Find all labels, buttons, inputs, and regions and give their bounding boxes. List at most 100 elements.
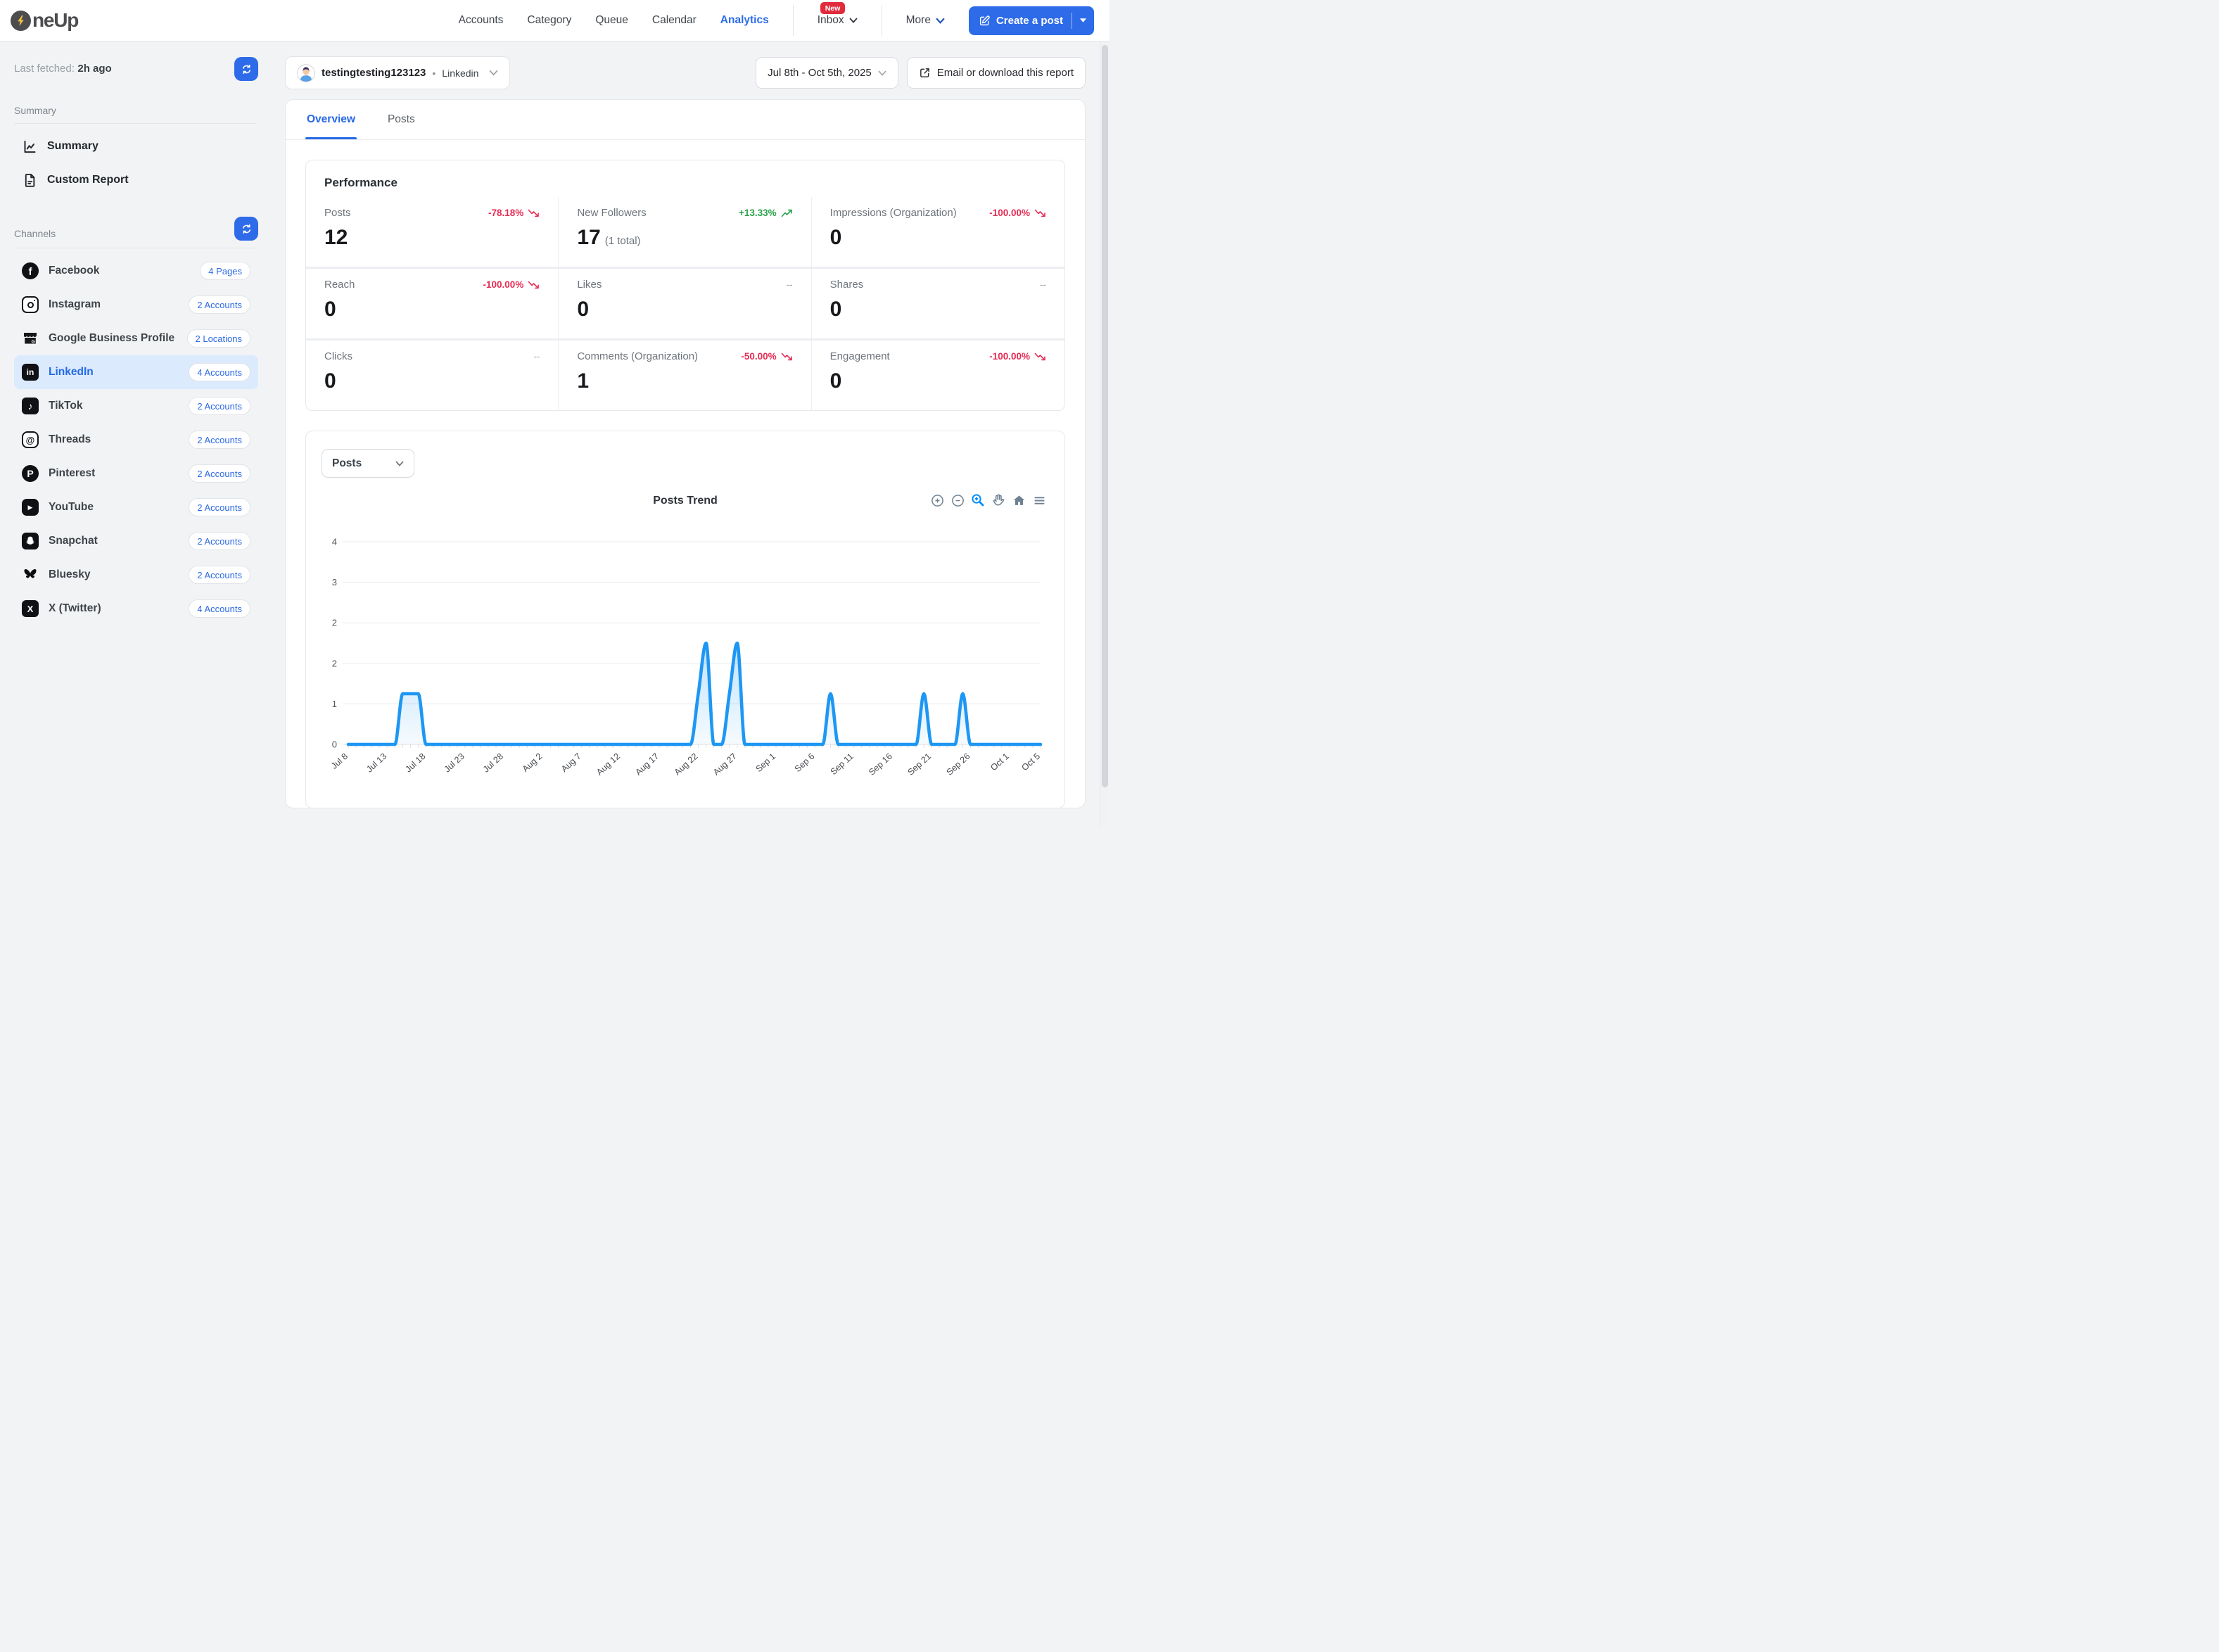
metric-label: Clicks — [324, 350, 352, 362]
x-axis-tick-label: Jul 23 — [443, 751, 466, 775]
trending-down-icon — [528, 209, 540, 217]
metric-label: Posts — [324, 207, 351, 219]
report-tabs: Overview Posts — [286, 100, 1085, 140]
metric-delta: -100.00% — [483, 279, 540, 290]
sidebar-item-custom-report[interactable]: Custom Report — [14, 163, 258, 197]
metric-delta: -100.00% — [989, 351, 1046, 362]
tab-posts[interactable]: Posts — [388, 100, 415, 139]
svg-text:G: G — [32, 340, 35, 345]
metric-label: Engagement — [829, 350, 890, 362]
metrics-grid: Posts -78.18% 12 New Followers +13.33% 17 (1 t… — [306, 197, 1064, 410]
nav-analytics[interactable]: Analytics — [720, 14, 769, 27]
bluesky-icon — [22, 566, 39, 583]
tab-overview[interactable]: Overview — [305, 100, 357, 139]
channel-name: Bluesky — [49, 568, 91, 580]
zoom-in-icon[interactable] — [930, 493, 944, 507]
x-axis-tick-label: Sep 21 — [905, 751, 933, 777]
x-axis-tick-label: Jul 28 — [481, 751, 505, 775]
date-range-selector[interactable]: Jul 8th - Oct 5th, 2025 — [756, 57, 898, 89]
nav-queue[interactable]: Queue — [595, 14, 628, 27]
vertical-scrollbar[interactable] — [1100, 0, 1110, 826]
sidebar-item-label: Summary — [47, 140, 98, 152]
metric-delta: -50.00% — [741, 351, 792, 362]
caret-down-icon[interactable] — [1079, 18, 1087, 23]
export-report-button[interactable]: Email or download this report — [906, 57, 1086, 89]
metric-suffix: (1 total) — [604, 235, 641, 247]
y-axis-tick-label: 0 — [332, 739, 337, 750]
posts-trend-chart[interactable]: 0 1 2 2 3 4 Jul 8 Jul 13 Jul 18 Jul 23 Jul 28 Aug 2… — [320, 517, 1064, 801]
sidebar-channel-snapchat[interactable]: Snapchat 2 Accounts — [14, 524, 258, 558]
menu-icon[interactable] — [1032, 493, 1046, 507]
oneup-logo[interactable]: neUp — [11, 9, 79, 32]
nav-more[interactable]: More — [906, 14, 945, 27]
x-axis-tick-label: Sep 11 — [829, 751, 856, 777]
channels-section-label: Channels — [14, 228, 56, 239]
channel-count-badge: 2 Accounts — [189, 397, 250, 415]
metric-new-followers: New Followers +13.33% 17 (1 total) — [559, 197, 812, 269]
metric-likes: Likes -- 0 — [559, 269, 812, 341]
account-network: Linkedin — [442, 67, 479, 79]
sidebar-channel-pinterest[interactable]: P Pinterest 2 Accounts — [14, 457, 258, 490]
scrollbar-thumb[interactable] — [1102, 45, 1108, 787]
last-fetched-value: 2h ago — [77, 63, 112, 75]
metric-value: 1 — [577, 369, 590, 393]
trending-down-icon — [1034, 352, 1045, 360]
trending-down-icon — [528, 281, 540, 288]
selection-zoom-icon[interactable] — [971, 493, 985, 507]
nav-accounts[interactable]: Accounts — [459, 14, 504, 27]
channel-name: YouTube — [49, 501, 94, 513]
refresh-icon — [242, 224, 250, 234]
channel-name: Instagram — [49, 298, 101, 310]
y-axis-tick-label: 2 — [332, 618, 337, 628]
logo-text: neUp — [32, 9, 79, 31]
performance-panel: Performance Posts -78.18% 12 New Followers +… — [305, 160, 1065, 411]
sidebar-channel-instagram[interactable]: Instagram 2 Accounts — [14, 288, 258, 322]
pan-icon[interactable] — [991, 493, 1005, 507]
metric-clicks: Clicks -- 0 — [306, 341, 559, 410]
snapchat-icon — [22, 533, 39, 549]
pinterest-icon: P — [22, 465, 39, 482]
sidebar-channel-tiktok[interactable]: ♪ TikTok 2 Accounts — [14, 389, 258, 423]
document-icon — [25, 173, 35, 187]
chevron-down-icon — [395, 460, 404, 466]
last-fetched-text: Last fetched: 2h ago — [14, 63, 112, 75]
metric-delta: +13.33% — [739, 208, 793, 218]
nav-calendar[interactable]: Calendar — [652, 14, 697, 27]
channel-name: X (Twitter) — [49, 602, 101, 614]
account-selector[interactable]: testingtesting123123 • Linkedin — [285, 56, 511, 89]
nav-category[interactable]: Category — [527, 14, 571, 27]
sidebar-item-summary[interactable]: Summary — [14, 129, 258, 163]
sidebar-channel-facebook[interactable]: f Facebook 4 Pages — [14, 254, 258, 288]
refresh-summary-button[interactable] — [234, 57, 258, 81]
sidebar-channel-threads[interactable]: @ Threads 2 Accounts — [14, 423, 258, 457]
metric-delta-value: -100.00% — [483, 279, 524, 290]
sidebar-channel-bluesky[interactable]: Bluesky 2 Accounts — [14, 558, 258, 592]
home-icon[interactable] — [1012, 493, 1026, 507]
metric-value: 12 — [324, 226, 348, 249]
metric-select[interactable]: Posts — [322, 449, 414, 478]
channel-name: TikTok — [49, 400, 83, 412]
zoom-out-icon[interactable] — [950, 493, 965, 507]
threads-icon: @ — [22, 431, 39, 448]
channel-count-badge: 4 Pages — [200, 262, 250, 280]
chart-toolbar — [930, 493, 1046, 507]
x-axis-tick-label: Aug 7 — [559, 751, 583, 774]
metric-value: 0 — [324, 298, 336, 321]
nav-inbox-label: Inbox — [817, 14, 844, 26]
metric-value: 0 — [829, 298, 842, 321]
youtube-icon: ▶ — [22, 499, 39, 516]
metric-label: New Followers — [577, 207, 647, 219]
line-chart-icon — [24, 140, 36, 153]
sidebar-channel-x-twitter[interactable]: X X (Twitter) 4 Accounts — [14, 592, 258, 625]
metric-value: 0 — [324, 369, 336, 393]
refresh-channels-button[interactable] — [234, 217, 258, 241]
chevron-down-icon — [936, 18, 945, 24]
nav-inbox[interactable]: New Inbox — [817, 2, 858, 27]
linkedin-icon: in — [22, 364, 39, 381]
x-axis-tick-label: Aug 22 — [673, 751, 700, 777]
sidebar-channel-linkedin[interactable]: in LinkedIn 4 Accounts — [14, 355, 258, 389]
create-post-button[interactable]: Create a post — [968, 6, 1094, 35]
sidebar-channel-youtube[interactable]: ▶ YouTube 2 Accounts — [14, 490, 258, 524]
sidebar-channel-google-business-profile[interactable]: G Google Business Profile 2 Locations — [14, 322, 258, 355]
metric-delta-value: -78.18% — [488, 208, 524, 218]
